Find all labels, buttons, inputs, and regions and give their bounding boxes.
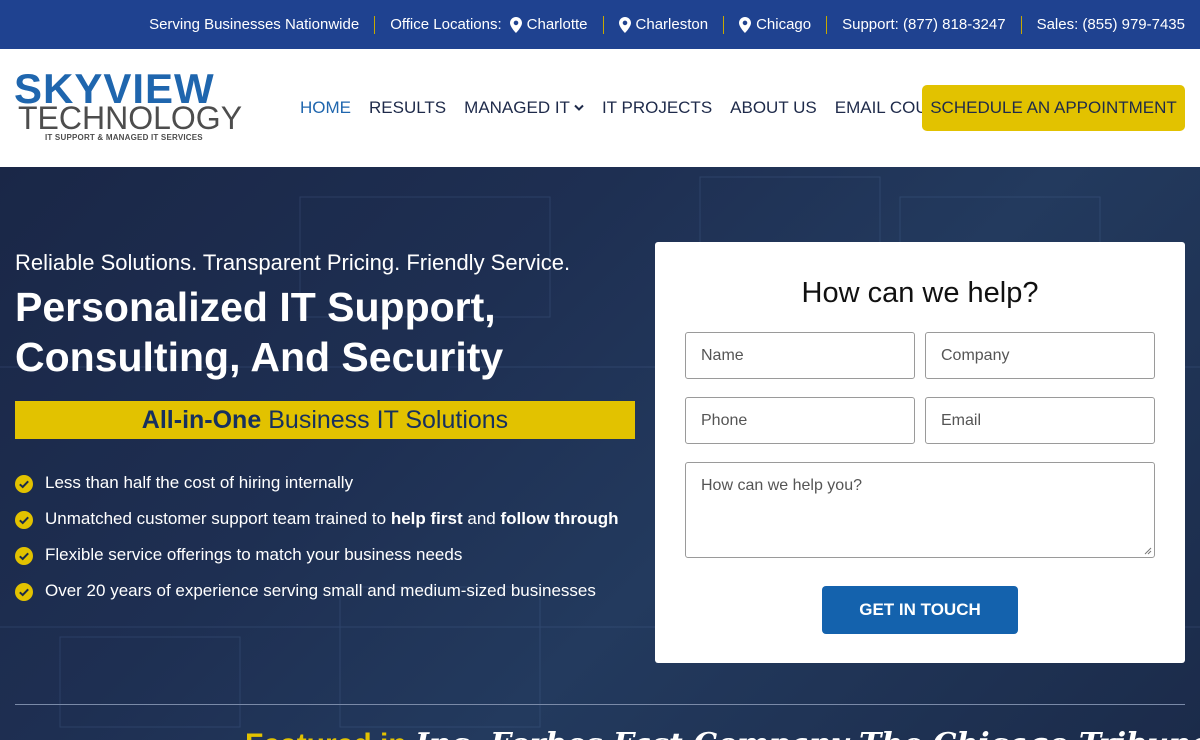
serving-text: Serving Businesses Nationwide — [149, 16, 360, 33]
nav-about-us[interactable]: ABOUT US — [730, 98, 817, 118]
check-circle-icon — [15, 475, 33, 493]
check-circle-icon — [15, 547, 33, 565]
nav-home[interactable]: HOME — [300, 98, 351, 118]
list-item: Over 20 years of experience serving smal… — [15, 577, 625, 604]
map-pin-icon — [739, 16, 752, 33]
get-in-touch-button[interactable]: GET IN TOUCH — [822, 586, 1018, 634]
office-locations-label: Office Locations: — [390, 16, 502, 33]
benefit-text: Flexible service offerings to match your… — [45, 545, 463, 564]
name-field[interactable]: Name — [685, 332, 915, 379]
location-label: Charleston — [635, 16, 709, 33]
location-label: Charlotte — [526, 16, 588, 33]
form-title: How can we help? — [801, 277, 1039, 309]
check-circle-icon — [15, 583, 33, 601]
site-logo[interactable]: SKYVIEW TECHNOLOGY IT SUPPORT & MANAGED … — [14, 68, 254, 148]
banner-bold-text: All-in-One — [141, 405, 262, 434]
hero-headline: Personalized IT Support, Consulting, And… — [15, 282, 503, 382]
logo-wordmark-technology: TECHNOLOGY — [18, 100, 243, 136]
banner-text: Business IT Solutions — [268, 405, 509, 434]
location-charleston[interactable]: Charleston — [618, 16, 709, 33]
nav-results[interactable]: RESULTS — [369, 98, 446, 118]
divider — [374, 15, 376, 34]
list-item: Flexible service offerings to match your… — [15, 541, 625, 568]
hero-tagline: Reliable Solutions. Transparent Pricing.… — [15, 250, 571, 275]
site-header: SKYVIEW TECHNOLOGY IT SUPPORT & MANAGED … — [0, 49, 1200, 167]
resize-handle-icon[interactable] — [1144, 547, 1152, 555]
company-field[interactable]: Company — [925, 332, 1155, 379]
schedule-appointment-button[interactable]: SCHEDULE AN APPOINTMENT — [922, 85, 1185, 131]
logo-tagline: IT SUPPORT & MANAGED IT SERVICES — [45, 133, 203, 142]
map-pin-icon — [509, 16, 522, 33]
support-phone-link[interactable]: Support: (877) 818-3247 — [842, 16, 1005, 33]
benefits-list: Less than half the cost of hiring intern… — [15, 469, 625, 613]
sales-phone-link[interactable]: Sales: (855) 979-7435 — [1037, 16, 1185, 33]
list-item: Less than half the cost of hiring intern… — [15, 469, 625, 496]
message-textarea[interactable]: How can we help you? — [685, 462, 1155, 558]
check-circle-icon — [15, 511, 33, 529]
divider — [1020, 15, 1022, 34]
headline-line-1: Personalized IT Support, — [15, 284, 496, 330]
nav-it-projects[interactable]: IT PROJECTS — [602, 98, 712, 118]
location-charlotte[interactable]: Charlotte — [509, 16, 588, 33]
map-pin-icon — [618, 16, 631, 33]
chevron-down-icon — [574, 104, 584, 111]
section-divider — [15, 704, 1185, 705]
message-placeholder: How can we help you? — [701, 477, 862, 494]
main-nav: HOME RESULTS MANAGED IT IT PROJECTS ABOU… — [300, 49, 981, 167]
contact-form: How can we help? Name Company Phone Emai… — [655, 242, 1185, 663]
divider — [723, 15, 725, 34]
divider — [602, 15, 604, 34]
featured-in-heading: Featured in Inc. Forbes Fast Company The… — [245, 727, 1200, 740]
solutions-banner: All-in-One Business IT Solutions — [15, 401, 635, 439]
top-info-bar: Serving Businesses Nationwide Office Loc… — [0, 0, 1200, 49]
benefit-text: Less than half the cost of hiring intern… — [45, 473, 354, 492]
headline-line-2: Consulting, And Security — [15, 334, 504, 380]
benefit-text: Over 20 years of experience serving smal… — [45, 581, 596, 600]
divider — [826, 15, 828, 34]
location-label: Chicago — [756, 16, 812, 33]
benefit-text: and — [462, 509, 501, 528]
phone-field[interactable]: Phone — [685, 397, 915, 444]
featured-label: Featured in — [245, 728, 407, 740]
nav-managed-it[interactable]: MANAGED IT — [464, 98, 584, 118]
nav-managed-it-label: MANAGED IT — [464, 98, 570, 117]
benefit-text: Unmatched customer support team trained … — [45, 509, 391, 528]
location-chicago[interactable]: Chicago — [739, 16, 811, 33]
featured-publications: Inc. Forbes Fast Company The Chicago Tri… — [415, 727, 1200, 740]
email-field[interactable]: Email — [925, 397, 1155, 444]
benefit-bold-text: help first — [390, 509, 463, 528]
hero-section: Reliable Solutions. Transparent Pricing.… — [0, 167, 1200, 740]
list-item: Unmatched customer support team trained … — [15, 505, 625, 532]
benefit-bold-text: follow through — [500, 509, 619, 528]
